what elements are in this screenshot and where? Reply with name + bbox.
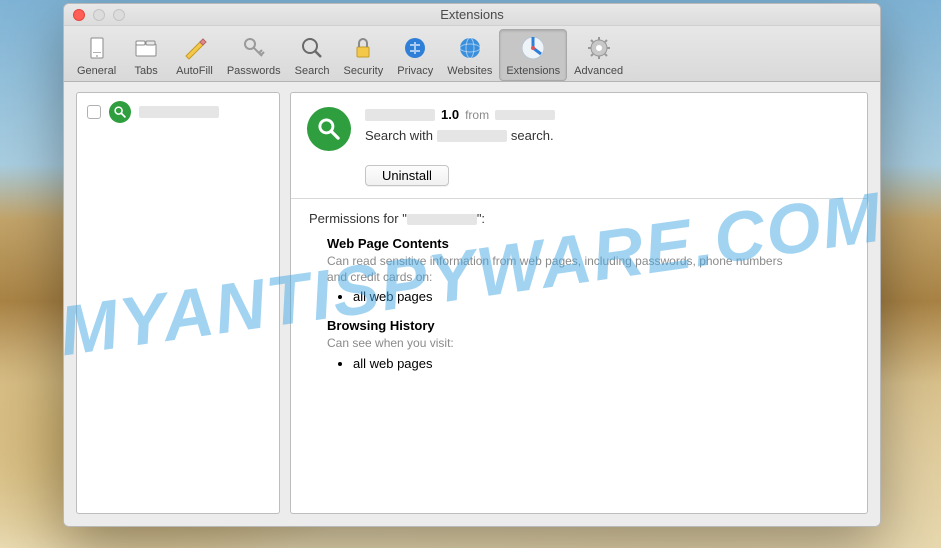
tab-label: Websites xyxy=(447,65,492,77)
tab-label: Extensions xyxy=(506,65,560,77)
toolbar: General Tabs AutoFill Passwords Search xyxy=(64,26,880,82)
extensions-list xyxy=(76,92,280,514)
tab-websites[interactable]: Websites xyxy=(440,29,499,81)
permission-block: Browsing History Can see when you visit:… xyxy=(327,318,849,370)
tab-security[interactable]: Security xyxy=(336,29,390,81)
extension-detail: 1.0 from Search with search. Uninstall xyxy=(290,92,868,514)
tab-label: Privacy xyxy=(397,65,433,77)
tab-advanced[interactable]: Advanced xyxy=(567,29,630,81)
tab-search[interactable]: Search xyxy=(288,29,337,81)
search-icon xyxy=(296,32,328,64)
tab-label: AutoFill xyxy=(176,65,213,77)
extensions-icon xyxy=(517,32,549,64)
globe-icon xyxy=(454,32,486,64)
tab-label: Security xyxy=(343,65,383,77)
search-name-redacted xyxy=(437,130,507,142)
privacy-icon xyxy=(399,32,431,64)
tab-general[interactable]: General xyxy=(70,29,123,81)
from-label: from xyxy=(465,108,489,122)
permission-desc: Can read sensitive information from web … xyxy=(327,253,787,285)
permission-block: Web Page Contents Can read sensitive inf… xyxy=(327,236,849,304)
extension-name-redacted xyxy=(139,106,219,118)
tab-label: Search xyxy=(295,65,330,77)
key-icon xyxy=(238,32,270,64)
extension-name-redacted xyxy=(365,109,435,121)
tab-privacy[interactable]: Privacy xyxy=(390,29,440,81)
permission-title: Web Page Contents xyxy=(327,236,849,251)
lock-icon xyxy=(347,32,379,64)
permission-title: Browsing History xyxy=(327,318,849,333)
tab-label: Passwords xyxy=(227,65,281,77)
permission-desc: Can see when you visit: xyxy=(327,335,787,351)
permission-item: all web pages xyxy=(353,289,849,304)
extension-version: 1.0 xyxy=(441,107,459,122)
titlebar: Extensions xyxy=(64,4,880,26)
gear-icon xyxy=(583,32,615,64)
tabs-icon xyxy=(130,32,162,64)
general-icon xyxy=(81,32,113,64)
tab-label: Advanced xyxy=(574,65,623,77)
permissions-heading: Permissions for "": xyxy=(309,211,849,226)
developer-redacted xyxy=(495,110,555,120)
permissions-section: Permissions for "": Web Page Contents Ca… xyxy=(291,199,867,403)
extension-icon xyxy=(109,101,131,123)
content-area: 1.0 from Search with search. Uninstall xyxy=(64,82,880,526)
window-title: Extensions xyxy=(64,7,880,22)
enable-checkbox[interactable] xyxy=(87,105,101,119)
detail-header: 1.0 from Search with search. xyxy=(291,93,867,161)
autofill-icon xyxy=(178,32,210,64)
tab-tabs[interactable]: Tabs xyxy=(123,29,169,81)
tab-label: General xyxy=(77,65,116,77)
list-item[interactable] xyxy=(77,93,279,131)
tab-label: Tabs xyxy=(135,65,158,77)
tab-autofill[interactable]: AutoFill xyxy=(169,29,220,81)
tab-passwords[interactable]: Passwords xyxy=(220,29,288,81)
tab-extensions[interactable]: Extensions xyxy=(499,29,567,81)
permission-item: all web pages xyxy=(353,356,849,371)
extension-name-redacted xyxy=(407,214,477,225)
extension-icon-large xyxy=(307,107,351,151)
extension-description: Search with search. xyxy=(365,128,851,143)
uninstall-button[interactable]: Uninstall xyxy=(365,165,449,186)
preferences-window: Extensions General Tabs AutoFill Passwor… xyxy=(63,3,881,527)
